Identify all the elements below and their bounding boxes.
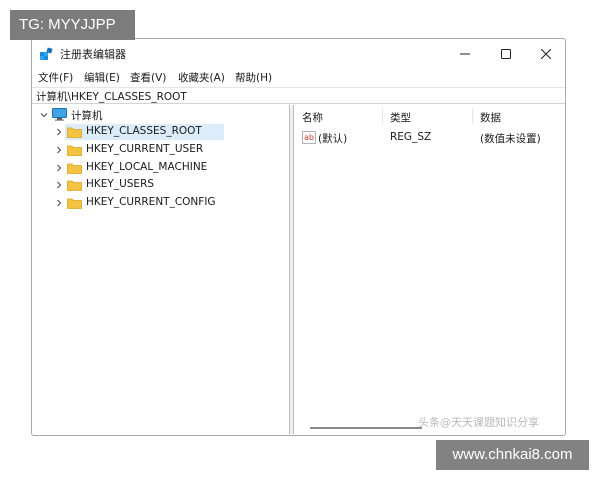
tree-label: HKEY_USERS [86, 178, 155, 190]
column-header-data[interactable]: 数据 [480, 110, 501, 125]
address-bar[interactable]: 计算机\HKEY_CLASSES_ROOT [32, 87, 565, 104]
scrollbar-thumb[interactable] [310, 427, 422, 429]
maximize-button[interactable] [490, 43, 522, 65]
value-name: (默认) [318, 133, 348, 145]
tree-label: HKEY_LOCAL_MACHINE [86, 161, 208, 173]
folder-icon [67, 145, 82, 156]
window-title: 注册表编辑器 [60, 48, 126, 61]
key-tree-pane: 计算机 HKEY_CLASSES_ROOT HKEY_CURRENT_USER [34, 105, 290, 434]
tree-item-hkey-classes-root[interactable]: HKEY_CLASSES_ROOT [34, 124, 284, 140]
tree-label-computer: 计算机 [71, 110, 103, 122]
registry-editor-window: 注册表编辑器 文件(F) 编辑(E) 查看(V) 收藏夹(A) 帮助(H) 计算… [31, 38, 566, 436]
value-data: (数值未设置) [480, 133, 541, 145]
folder-icon [67, 127, 82, 138]
menu-favorites[interactable]: 收藏夹(A) [178, 70, 225, 85]
address-path[interactable]: 计算机\HKEY_CLASSES_ROOT [36, 89, 187, 104]
menu-file[interactable]: 文件(F) [38, 70, 73, 85]
tree-label: HKEY_CURRENT_USER [86, 143, 204, 155]
chevron-right-icon[interactable] [54, 180, 64, 190]
menu-edit[interactable]: 编辑(E) [84, 70, 120, 85]
folder-icon [67, 180, 82, 191]
minimize-button[interactable] [449, 43, 481, 65]
tree-item-hkey-current-user[interactable]: HKEY_CURRENT_USER [34, 142, 284, 158]
menu-bar: 文件(F) 编辑(E) 查看(V) 收藏夹(A) 帮助(H) [32, 69, 565, 87]
watermark-tag-top-left: TG: MYYJJPP [10, 10, 135, 40]
chevron-right-icon[interactable] [54, 145, 64, 155]
tree-label: HKEY_CLASSES_ROOT [86, 125, 202, 137]
tree-item-hkey-users[interactable]: HKEY_USERS [34, 177, 284, 193]
value-type: REG_SZ [390, 131, 432, 143]
close-button[interactable] [530, 43, 562, 65]
column-header-name[interactable]: 名称 [302, 110, 323, 125]
column-divider[interactable] [382, 108, 383, 124]
chevron-right-icon[interactable] [54, 163, 64, 173]
tree-item-hkey-local-machine[interactable]: HKEY_LOCAL_MACHINE [34, 160, 284, 176]
tree-item-computer[interactable]: 计算机 [34, 107, 284, 123]
menu-view[interactable]: 查看(V) [130, 70, 166, 85]
tree-label: HKEY_CURRENT_CONFIG [86, 196, 216, 208]
column-header-type[interactable]: 类型 [390, 110, 411, 125]
computer-icon [52, 108, 67, 121]
string-value-icon: ab [302, 131, 316, 144]
values-pane: 名称 类型 数据 ab (默认) REG_SZ (数值未设置) [294, 105, 564, 434]
column-divider[interactable] [472, 108, 473, 124]
close-icon [541, 49, 551, 59]
registry-editor-icon [40, 47, 53, 60]
maximize-icon [501, 49, 511, 59]
watermark-tag-bottom-right: www.chnkai8.com [436, 440, 589, 470]
title-bar[interactable]: 注册表编辑器 [32, 39, 565, 69]
folder-icon [67, 163, 82, 174]
chevron-down-icon[interactable] [39, 110, 49, 120]
tree-item-hkey-current-config[interactable]: HKEY_CURRENT_CONFIG [34, 195, 284, 211]
menu-help[interactable]: 帮助(H) [235, 70, 272, 85]
chevron-right-icon[interactable] [54, 198, 64, 208]
watermark-text: 头条@天天课题知识分享 [418, 416, 539, 429]
folder-icon [67, 198, 82, 209]
minimize-icon [460, 53, 470, 55]
chevron-right-icon[interactable] [54, 127, 64, 137]
